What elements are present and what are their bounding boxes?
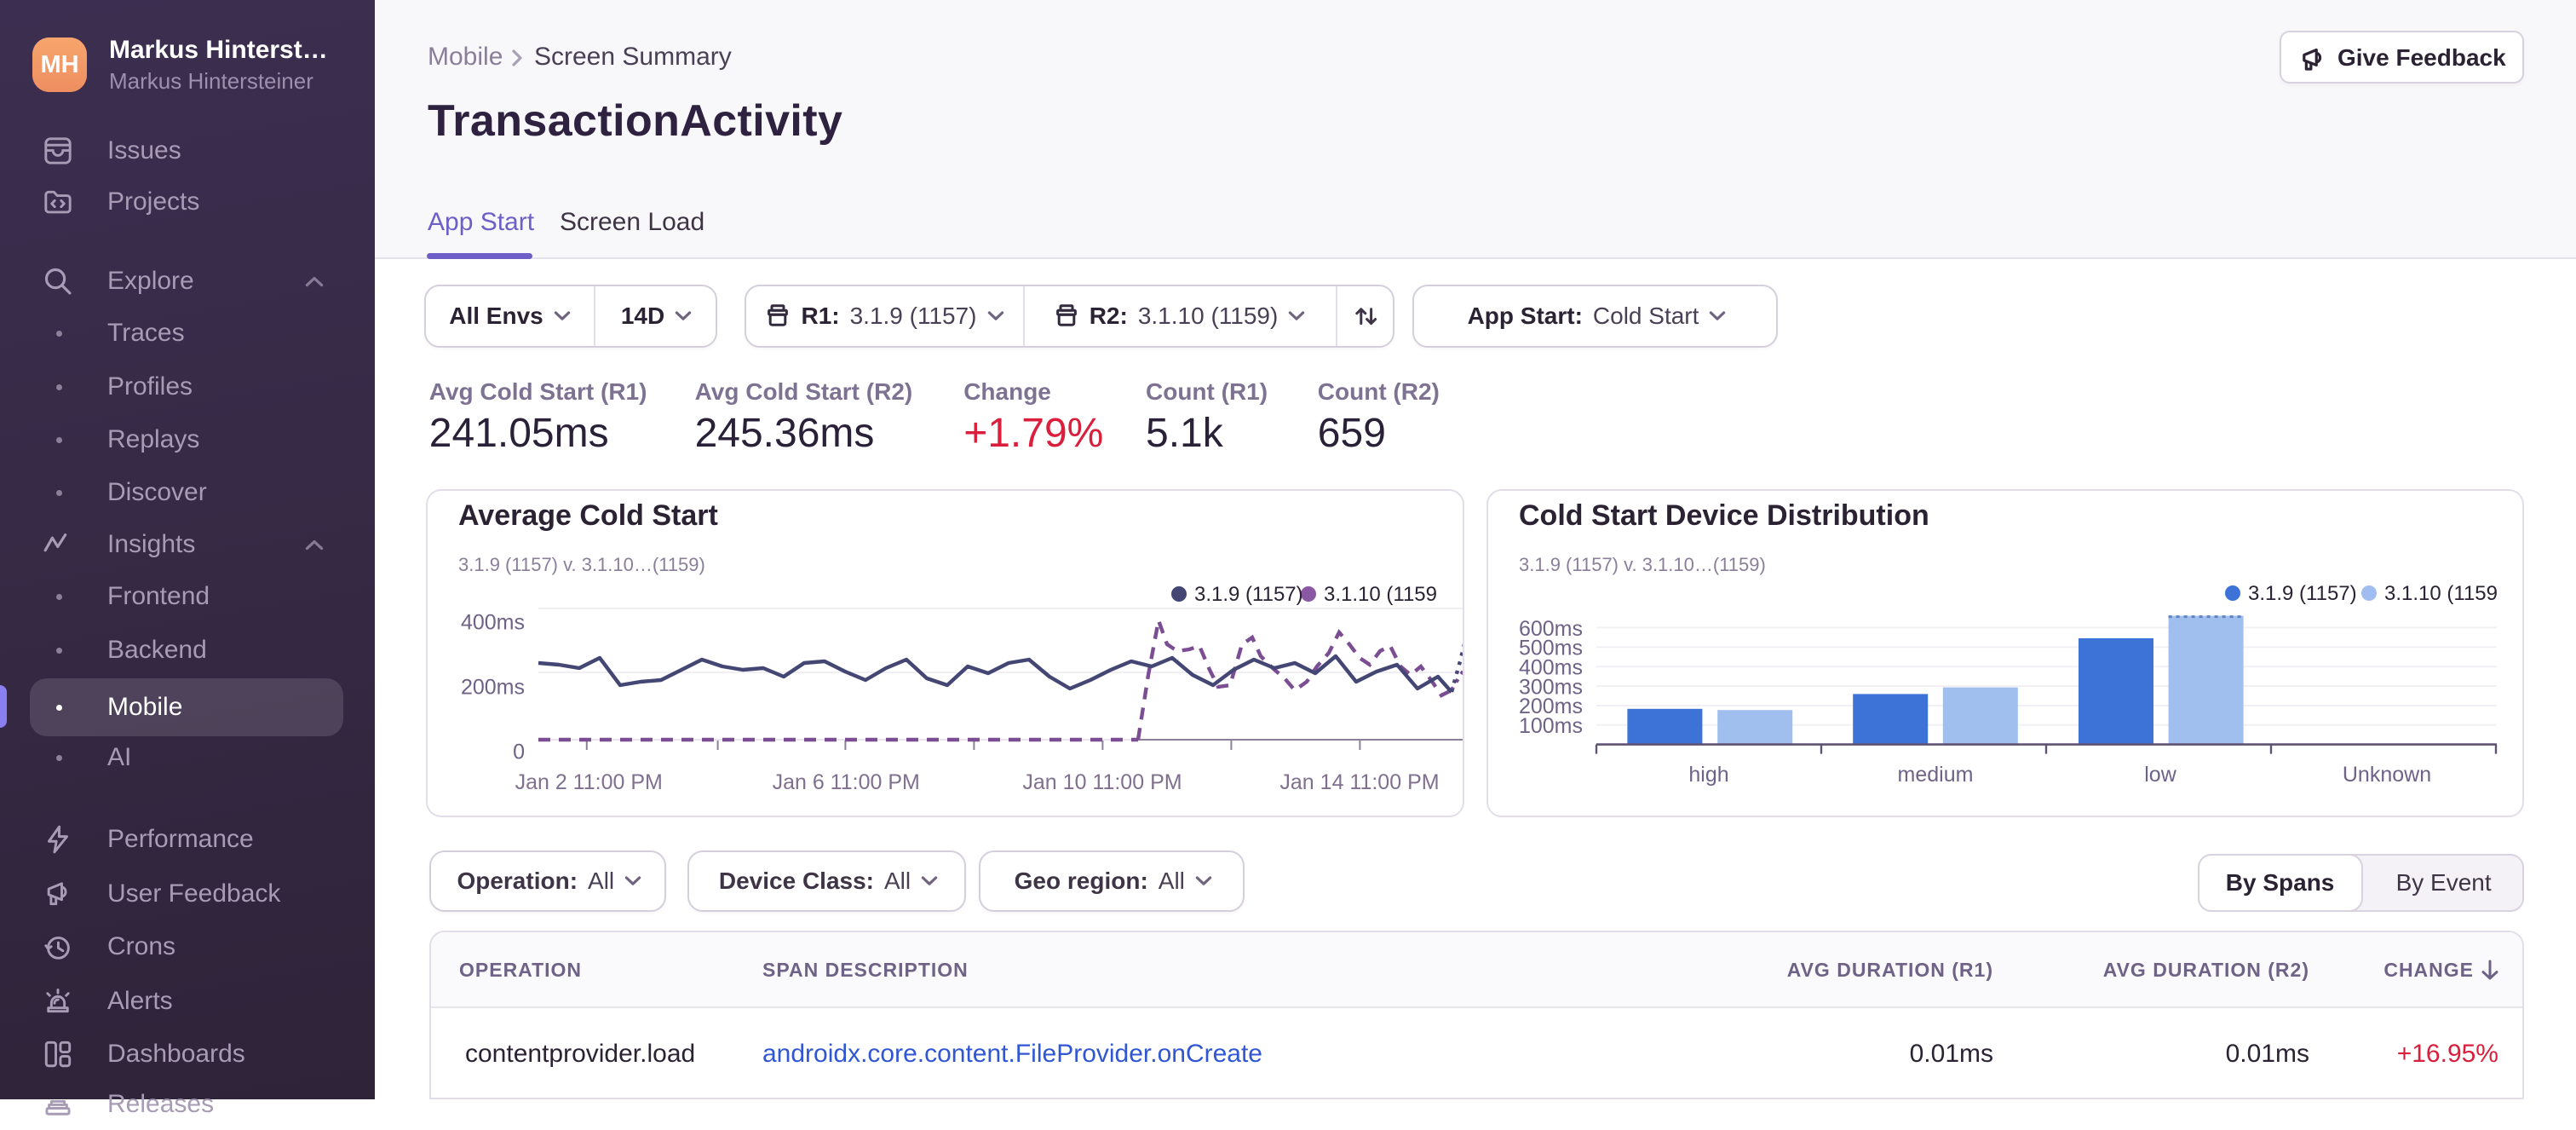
- svg-text:low: low: [2144, 763, 2176, 787]
- svg-text:Jan 14 11:00 PM: Jan 14 11:00 PM: [1279, 770, 1439, 794]
- svg-text:Unknown: Unknown: [2343, 763, 2431, 787]
- svg-text:Jan 6 11:00 PM: Jan 6 11:00 PM: [773, 770, 920, 794]
- svg-text:high: high: [1688, 763, 1728, 787]
- svg-text:3.1.10 (1159: 3.1.10 (1159: [1324, 583, 1437, 606]
- svg-text:3.1.10 (1159: 3.1.10 (1159: [2384, 582, 2498, 605]
- svg-text:400ms: 400ms: [461, 611, 525, 635]
- svg-text:3.1.9 (1157): 3.1.9 (1157): [2248, 582, 2357, 605]
- svg-text:Jan 2 11:00 PM: Jan 2 11:00 PM: [515, 770, 663, 794]
- svg-text:100ms: 100ms: [1519, 714, 1583, 738]
- svg-text:medium: medium: [1898, 763, 1974, 787]
- svg-text:200ms: 200ms: [461, 676, 525, 700]
- svg-text:3.1.9 (1157): 3.1.9 (1157): [1194, 583, 1303, 606]
- svg-text:Jan 10 11:00 PM: Jan 10 11:00 PM: [1022, 770, 1182, 794]
- svg-text:0: 0: [513, 741, 525, 764]
